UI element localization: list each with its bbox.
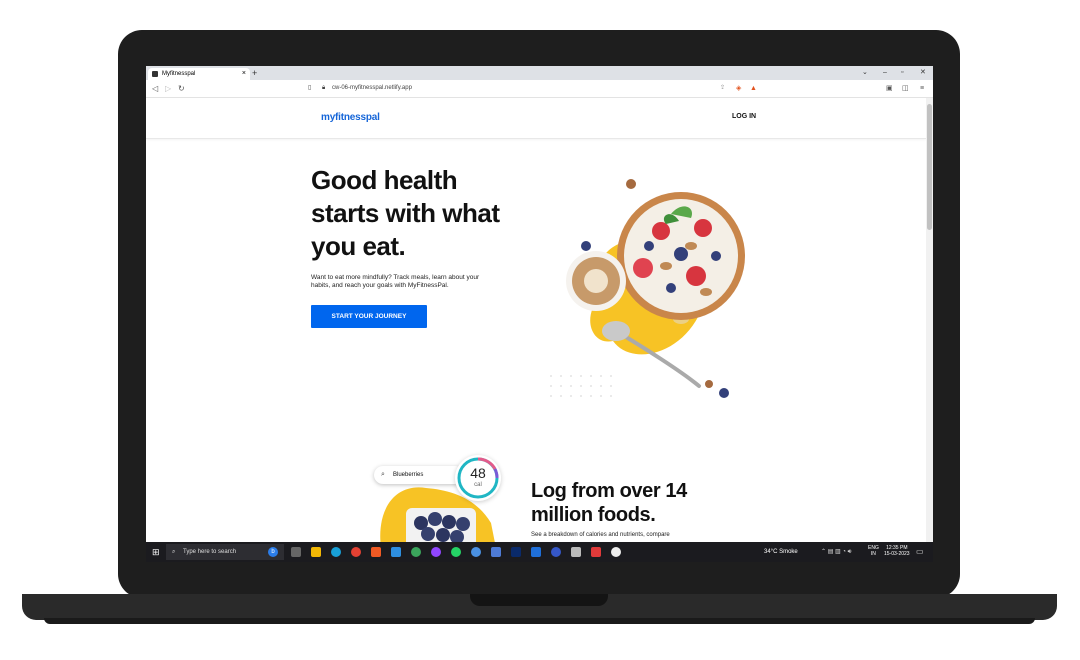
search-icon: ⌕: [172, 549, 176, 555]
messenger-icon[interactable]: [471, 547, 481, 557]
laptop-screen: Myfitnesspal × + ⌄ – ▫ ✕ ◁ ▷ ↻ ▯ 🔒︎ cw-0…: [146, 66, 933, 562]
app-gray-icon[interactable]: [571, 547, 581, 557]
chrome-icon[interactable]: [351, 547, 361, 557]
browser-tab[interactable]: Myfitnesspal ×: [148, 68, 250, 80]
food-search-pill[interactable]: ⌕ Blueberries: [374, 466, 464, 484]
windows-taskbar: ⊞ ⌕ Type here to search b 34°C Smoke ⌃ ▤…: [146, 542, 933, 562]
tab-search-chevron-icon[interactable]: ⌄: [862, 66, 868, 80]
calorie-value: 48: [470, 465, 486, 481]
calorie-ring: 48 cal: [455, 455, 501, 501]
menu-icon[interactable]: ≡: [920, 82, 924, 95]
acrobat-icon[interactable]: [591, 547, 601, 557]
vscode-icon[interactable]: [391, 547, 401, 557]
whatsapp-icon[interactable]: [451, 547, 461, 557]
mail-icon[interactable]: [531, 547, 541, 557]
new-tab-button[interactable]: +: [252, 66, 257, 80]
back-icon[interactable]: ◁: [152, 82, 158, 95]
laptop-notch: [470, 594, 608, 606]
app-white-icon[interactable]: [611, 547, 621, 557]
web-page: myfitnesspal LOG IN Good health starts w…: [146, 98, 926, 542]
hero-food-illustration: [550, 179, 745, 398]
clock-date: 15-03-2023: [884, 551, 910, 557]
address-bar[interactable]: ▯ 🔒︎ cw-06-myfitnesspal.netlify.app ⇪: [306, 82, 766, 95]
brave-shield-icon[interactable]: ◈: [736, 82, 741, 95]
section-title: Log from over 14 million foods.: [531, 480, 687, 526]
brave-icon[interactable]: [371, 547, 381, 557]
login-link[interactable]: LOG IN: [732, 113, 756, 120]
tab-title: Myfitnesspal: [162, 71, 196, 77]
sidebar-icon[interactable]: ▣: [886, 82, 893, 95]
brave-rewards-icon[interactable]: ▲: [750, 82, 757, 95]
taskbar-search-text: Type here to search: [183, 549, 237, 555]
dotted-pattern: [550, 375, 612, 397]
app-round-icon[interactable]: [551, 547, 561, 557]
app-icon[interactable]: [431, 547, 441, 557]
taskbar-clock[interactable]: 12:35 PM 15-03-2023: [884, 545, 910, 557]
close-window-button[interactable]: ✕: [920, 66, 926, 80]
calorie-unit: cal: [474, 482, 482, 488]
chrome-alt-icon[interactable]: [411, 547, 421, 557]
notification-icon[interactable]: ▭: [916, 546, 924, 558]
edge-icon[interactable]: [331, 547, 341, 557]
url-text[interactable]: cw-06-myfitnesspal.netlify.app: [332, 82, 412, 95]
task-view-icon[interactable]: [291, 547, 301, 557]
site-header: myfitnesspal LOG IN: [146, 98, 926, 139]
hero-subtitle: Want to eat more mindfully? Track meals,…: [311, 274, 480, 289]
wallet-icon[interactable]: ◫: [902, 82, 909, 95]
windows-start-icon[interactable]: ⊞: [152, 547, 160, 557]
section-subtitle: See a breakdown of calories and nutrient…: [531, 532, 670, 538]
minimize-button[interactable]: –: [883, 66, 887, 80]
language-indicator[interactable]: ENG IN: [868, 545, 879, 557]
page-scrollbar[interactable]: [926, 98, 933, 542]
reload-icon[interactable]: ↻: [178, 82, 185, 95]
food-search-text: Blueberries: [393, 472, 424, 478]
bookmark-icon[interactable]: ▯: [308, 82, 311, 95]
laptop-foot: [44, 618, 1035, 624]
search-icon: ⌕: [381, 471, 385, 478]
app-blue-icon[interactable]: [491, 547, 501, 557]
share-icon[interactable]: ⇪: [720, 82, 725, 95]
photoshop-icon[interactable]: [511, 547, 521, 557]
lock-icon: 🔒︎: [322, 85, 326, 91]
hero-title: Good health starts with what you eat.: [311, 165, 500, 261]
weather-widget[interactable]: 34°C Smoke: [764, 542, 798, 562]
system-tray-icons[interactable]: ⌃ ▤ ▥ ◔ 🔊︎: [821, 542, 851, 562]
start-journey-button[interactable]: START YOUR JOURNEY: [311, 305, 427, 328]
region-code: IN: [870, 551, 876, 557]
site-logo[interactable]: myfitnesspal: [321, 112, 380, 123]
bing-icon[interactable]: b: [268, 547, 278, 557]
favicon-icon: [152, 71, 158, 77]
browser-toolbar: ◁ ▷ ↻ ▯ 🔒︎ cw-06-myfitnesspal.netlify.ap…: [146, 80, 933, 98]
file-explorer-icon[interactable]: [311, 547, 321, 557]
browser-tab-bar: Myfitnesspal × + ⌄ – ▫ ✕: [146, 66, 933, 80]
scrollbar-thumb[interactable]: [927, 104, 932, 230]
forward-icon[interactable]: ▷: [165, 82, 171, 95]
taskbar-search[interactable]: ⌕ Type here to search b: [166, 544, 284, 560]
tab-close-button[interactable]: ×: [242, 68, 246, 80]
restore-button[interactable]: ▫: [901, 66, 903, 80]
